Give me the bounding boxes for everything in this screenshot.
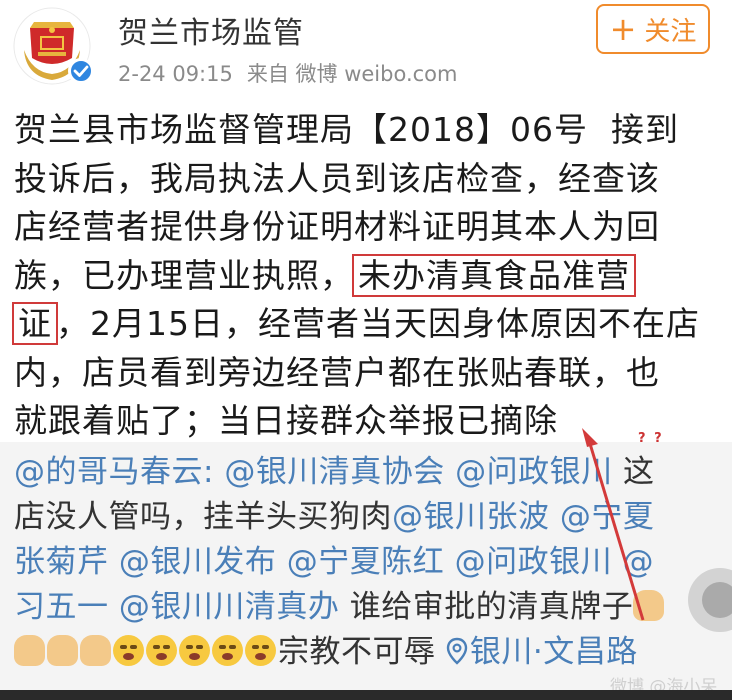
post-body: 贺兰县市场监督管理局【2018】06号 接到 投诉后，我局执法人员到该店检查，经…	[12, 106, 726, 446]
plus-icon: +	[609, 10, 637, 48]
repost-line: 店没人管吗，挂羊头买狗肉@银川张波 @宁夏	[14, 495, 720, 540]
post-line: 贺兰县市场监督管理局【2018】06号 接到	[14, 106, 726, 155]
timestamp: 2-24 09:15	[118, 62, 233, 86]
mention-link[interactable]: @的哥马春云:	[14, 454, 214, 490]
mention-link[interactable]: 习五一	[14, 589, 109, 625]
pray-emoji-icon	[633, 590, 665, 621]
post-line: 店经营者提供身份证明材料证明其本人为回	[14, 207, 660, 246]
cry-emoji-icon	[146, 635, 177, 666]
pray-emoji-icon	[47, 635, 78, 666]
pray-emoji-icon	[80, 635, 111, 666]
account-name[interactable]: 贺兰市场监管	[118, 8, 304, 52]
mention-link[interactable]: @宁夏	[560, 499, 655, 535]
post-line: 内，店员看到旁边经营户都在张贴春联，也	[14, 352, 660, 392]
highlight-box-permit: 未办清真食品准营	[352, 253, 636, 297]
mention-link[interactable]: @银川发布	[119, 544, 277, 580]
cry-emoji-icon	[212, 635, 243, 666]
location-pin-icon	[446, 637, 468, 665]
post-source: 来自 微博 weibo.com	[246, 62, 458, 86]
post-text-segment: 就跟着贴了；	[14, 401, 218, 440]
repost-text-segment: 店没人管吗，挂羊头买狗肉	[14, 499, 392, 535]
mention-link[interactable]: @银川川清真办	[119, 589, 340, 625]
repost-text-segment: 这	[623, 454, 655, 490]
repost-text: @的哥马春云: @银川清真协会 @问政银川 这 店没人管吗，挂羊头买狗肉@银川张…	[14, 450, 720, 675]
bottom-image-strip	[0, 690, 732, 700]
cry-emoji-icon	[113, 635, 144, 666]
post-line: 投诉后，我局执法人员到该店检查，经查该	[14, 158, 660, 198]
post-text-segment: ，2月15日，经营者当天因身体原因不在店	[56, 304, 700, 343]
post-text-segment: 族，已办理营业执照，	[14, 255, 354, 295]
repost-line: 张菊芹 @银川发布 @宁夏陈红 @问政银川 @	[14, 540, 720, 585]
cry-emoji-icon	[245, 635, 276, 666]
highlight-box-permit-end: 证	[12, 302, 58, 345]
repost-line: 习五一 @银川川清真办 谁给审批的清真牌子	[14, 585, 720, 630]
post-meta: 2-24 09:15 来自 微博 weibo.com	[118, 58, 471, 88]
location-label: 银川·文昌路	[469, 634, 638, 670]
mention-link[interactable]: @问政银川	[455, 454, 613, 490]
underlined-removed-text: 当日接群众举报已摘除	[218, 401, 558, 444]
repost-line: @的哥马春云: @银川清真协会 @问政银川 这	[14, 450, 720, 495]
cry-emoji-icon	[179, 635, 210, 666]
mention-link[interactable]: @银川张波	[392, 499, 550, 535]
mention-link[interactable]: @银川清真协会	[224, 454, 445, 490]
repost-text-segment: 谁给审批的清真牌子	[349, 589, 634, 625]
repost-line: 宗教不可辱 银川·文昌路	[14, 630, 720, 675]
mention-link[interactable]: @	[622, 544, 654, 580]
post-line: 族，已办理营业执照， 未办清真食品准营	[14, 252, 726, 301]
pray-emoji-icon	[14, 635, 45, 666]
follow-label: 关注	[644, 16, 697, 47]
mention-link[interactable]: @宁夏陈红	[287, 544, 445, 580]
repost-text-segment: 宗教不可辱	[278, 634, 436, 670]
mention-link[interactable]: 张菊芹	[14, 544, 109, 580]
verified-badge-icon	[68, 58, 94, 84]
question-marks: ? ?	[638, 431, 664, 446]
mention-link[interactable]: @问政银川	[455, 544, 613, 580]
location-link[interactable]: 银川·文昌路	[446, 634, 638, 670]
post-line: 就跟着贴了；当日接群众举报已摘除	[14, 397, 726, 446]
post-header: 贺兰市场监管 2-24 09:15 来自 微博 weibo.com + 关注	[0, 0, 732, 96]
post-text-segment: 接到	[610, 110, 679, 149]
post-line: 证，2月15日，经营者当天因身体原因不在店	[12, 300, 726, 349]
post-text-segment: 贺兰县市场监督管理局【2018】06号	[14, 110, 588, 149]
follow-button[interactable]: + 关注	[596, 4, 710, 54]
